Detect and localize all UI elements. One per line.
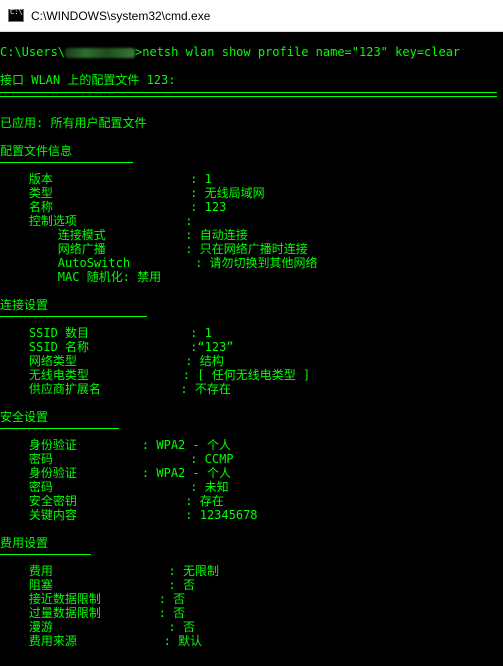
info-line: 无线电类型 : [ 任何无线电类型 ] <box>0 368 311 382</box>
interface-header: 接口 WLAN 上的配置文件 123: <box>0 73 176 87</box>
info-line: 名称 : 123 <box>0 200 227 214</box>
console-output[interactable]: C:\Users\ >netsh wlan show profile name="… <box>0 32 503 666</box>
command-line: C:\Users\ >netsh wlan show profile name="… <box>0 45 460 59</box>
info-line: MAC 随机化: 禁用 <box>0 270 162 284</box>
info-line: 阻塞 : 否 <box>0 578 195 592</box>
info-line: 漫游 : 否 <box>0 620 195 634</box>
info-line: 控制选项 : <box>0 214 193 228</box>
cmd-window: C:\WINDOWS\system32\cmd.exe C:\Users\ >ne… <box>0 0 503 666</box>
info-line: SSID 名称 :“123” <box>0 340 234 354</box>
section-rule <box>0 428 119 429</box>
section-cost: 费用设置 <box>0 536 49 550</box>
header-rule-2 <box>0 96 497 97</box>
window-title: C:\WINDOWS\system32\cmd.exe <box>31 8 211 23</box>
info-line: 类型 : 无线局域网 <box>0 186 265 200</box>
section-security: 安全设置 <box>0 410 49 424</box>
info-line: 版本 : 1 <box>0 172 212 186</box>
info-line: 供应商扩展名 : 不存在 <box>0 382 231 396</box>
info-line: 过量数据限制 : 否 <box>0 606 186 620</box>
section-profile-info: 配置文件信息 <box>0 144 73 158</box>
header-rule <box>0 92 497 93</box>
info-line: AutoSwitch : 请勿切换到其他网络 <box>0 256 318 270</box>
command-text: >netsh wlan show profile name="123" key=… <box>135 45 461 59</box>
info-line: 网络广播 : 只在网络广播时连接 <box>0 242 308 256</box>
title-bar[interactable]: C:\WINDOWS\system32\cmd.exe <box>0 0 503 32</box>
prompt-prefix: C:\Users\ <box>0 45 66 59</box>
info-line: 费用来源 : 默认 <box>0 634 203 648</box>
info-line: 费用 : 无限制 <box>0 564 219 578</box>
info-line: 网络类型 : 结构 <box>0 354 224 368</box>
redacted-username <box>65 47 136 58</box>
section-connection: 连接设置 <box>0 298 49 312</box>
info-line: 密码 : CCMP <box>0 452 234 466</box>
section-rule <box>0 554 91 555</box>
info-line: SSID 数目 : 1 <box>0 326 212 340</box>
info-line: 身份验证 : WPA2 - 个人 <box>0 466 231 480</box>
section-rule <box>0 162 133 163</box>
info-line: 连接模式 : 自动连接 <box>0 228 248 242</box>
info-line: 身份验证 : WPA2 - 个人 <box>0 438 231 452</box>
info-line: 安全密钥 : 存在 <box>0 494 224 508</box>
info-line: 关键内容 : 12345678 <box>0 508 258 522</box>
info-line: 接近数据限制 : 否 <box>0 592 186 606</box>
cmd-icon <box>8 8 24 22</box>
info-line: 密码 : 未知 <box>0 480 229 494</box>
section-rule <box>0 316 147 317</box>
applied-to: 已应用: 所有用户配置文件 <box>0 116 147 130</box>
